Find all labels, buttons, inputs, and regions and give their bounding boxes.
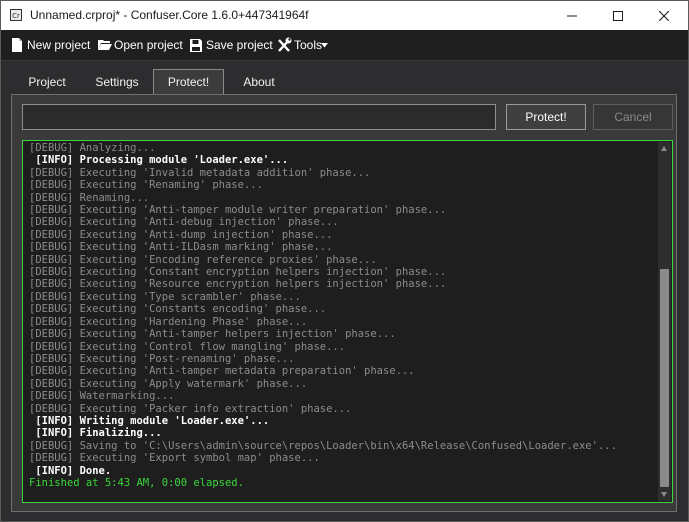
log-line-debug: [DEBUG] Executing 'Anti-tamper module wr…	[29, 204, 447, 217]
log-scrollbar[interactable]	[658, 142, 671, 501]
log-line-debug: [DEBUG] Executing 'Anti-debug injection'…	[29, 216, 339, 229]
toolbar: New project Open project Save project To…	[1, 30, 688, 61]
log-line-debug: [DEBUG] Executing 'Export symbol map' ph…	[29, 452, 320, 465]
title-bar[interactable]: Cr Unnamed.crproj* - Confuser.Core 1.6.0…	[1, 1, 688, 30]
log-line-debug: [DEBUG] Executing 'Constant encryption h…	[29, 266, 447, 279]
log-line-debug: [DEBUG] Executing 'Hardening Phase' phas…	[29, 315, 308, 328]
scroll-down-icon[interactable]	[661, 492, 667, 497]
log-line-debug: [DEBUG] Renaming...	[29, 191, 150, 204]
tab-project[interactable]: Project	[17, 71, 77, 95]
log-line-debug: [DEBUG] Executing 'Anti-ILDasm marking' …	[29, 241, 333, 254]
window-title: Unnamed.crproj* - Confuser.Core 1.6.0+44…	[30, 8, 309, 22]
log-line-debug: [DEBUG] Watermarking...	[29, 390, 175, 403]
log-line-debug: [DEBUG] Executing 'Type scrambler' phase…	[29, 290, 301, 303]
log-line-debug: [DEBUG] Executing 'Constants encoding' p…	[29, 303, 327, 316]
save-project-button[interactable]: Save project	[189, 37, 273, 53]
maximize-button[interactable]	[595, 1, 641, 30]
save-project-label: Save project	[206, 38, 273, 52]
log-line-debug: [DEBUG] Executing 'Post-renaming' phase.…	[29, 352, 295, 365]
log-line-debug: [DEBUG] Executing 'Packer info extractio…	[29, 402, 352, 415]
log-line-debug: [DEBUG] Saving to 'C:\Users\admin\source…	[29, 439, 617, 452]
scroll-up-icon[interactable]	[661, 146, 667, 151]
tab-protect[interactable]: Protect!	[153, 69, 224, 95]
new-project-button[interactable]: New project	[10, 37, 90, 53]
log-line-done: Finished at 5:43 AM, 0:00 elapsed.	[29, 476, 244, 489]
log-line-debug: [DEBUG] Analyzing...	[29, 142, 156, 154]
app-icon: Cr	[10, 9, 22, 21]
log-line-info: [INFO] Writing module 'Loader.exe'...	[29, 414, 270, 427]
close-icon	[658, 10, 670, 22]
minimize-icon	[567, 15, 577, 17]
log-line-debug: [DEBUG] Executing 'Anti-tamper helpers i…	[29, 328, 396, 341]
tab-about[interactable]: About	[228, 71, 290, 95]
tools-label: Tools	[294, 38, 323, 52]
close-button[interactable]	[641, 1, 687, 30]
folder-open-icon	[98, 40, 112, 50]
protect-status-field[interactable]	[22, 104, 496, 130]
log-line-debug: [DEBUG] Executing 'Encoding reference pr…	[29, 253, 377, 266]
open-project-button[interactable]: Open project	[97, 37, 183, 53]
log-line-info: [INFO] Processing module 'Loader.exe'...	[29, 154, 289, 167]
log-output[interactable]: [DEBUG] Analyzing... [INFO] Processing m…	[22, 140, 673, 503]
tools-icon	[278, 37, 292, 52]
maximize-icon	[613, 10, 623, 21]
new-project-label: New project	[27, 38, 91, 52]
protect-button[interactable]: Protect!	[506, 104, 586, 130]
log-line-debug: [DEBUG] Executing 'Renaming' phase...	[29, 179, 263, 192]
cancel-button[interactable]: Cancel	[593, 104, 673, 130]
log-line-debug: [DEBUG] Executing 'Invalid metadata addi…	[29, 166, 371, 179]
tools-menu-button[interactable]: Tools	[277, 37, 329, 53]
log-line-info: [INFO] Done.	[29, 464, 112, 477]
log-line-debug: [DEBUG] Executing 'Apply watermark' phas…	[29, 377, 308, 390]
log-lines: [DEBUG] Analyzing... [INFO] Processing m…	[29, 142, 657, 489]
log-line-debug: [DEBUG] Executing 'Anti-dump injection' …	[29, 228, 333, 241]
log-line-info: [INFO] Finalizing...	[29, 427, 162, 440]
open-project-label: Open project	[114, 38, 183, 52]
log-line-debug: [DEBUG] Executing 'Control flow mangling…	[29, 340, 346, 353]
new-file-icon	[12, 38, 22, 52]
tab-strip: Project Settings Protect! About	[1, 61, 688, 95]
floppy-disk-icon	[190, 39, 202, 52]
log-line-debug: [DEBUG] Executing 'Resource encryption h…	[29, 278, 447, 291]
scrollbar-thumb[interactable]	[660, 269, 669, 487]
caret-down-icon	[321, 43, 328, 48]
minimize-button[interactable]	[549, 1, 595, 30]
tab-settings[interactable]: Settings	[85, 71, 149, 95]
log-line-debug: [DEBUG] Executing 'Anti-tamper metadata …	[29, 365, 415, 378]
